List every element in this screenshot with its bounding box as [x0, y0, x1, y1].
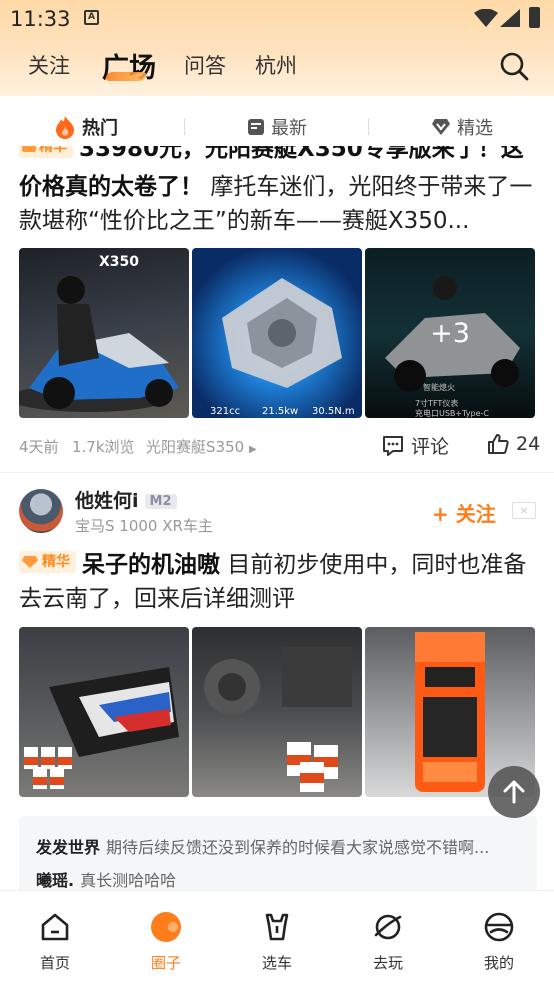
post-title-cut[interactable]: 精华 33980元，光阳赛艇X350专享版来了！这 — [19, 146, 539, 166]
engine-bottles-icon — [204, 647, 352, 792]
comments-preview[interactable]: 发发世界 期待后续反馈还没到保养的时候看大家说感觉不错啊... 曦瑶. 真长测哈哈哈 — [19, 816, 537, 890]
svg-text:321cc: 321cc — [210, 406, 240, 417]
home-icon — [41, 913, 69, 941]
nav-circle[interactable]: 圈子 — [126, 911, 206, 973]
nav-home[interactable]: 首页 — [15, 911, 95, 973]
divider — [368, 118, 369, 135]
wifi-icon — [474, 9, 498, 27]
post-image-more[interactable]: 智能熄火 7寸TFT仪表 充电口USB+Type-C +3 — [365, 248, 535, 418]
user-level-badge: M2 — [144, 494, 177, 509]
svg-text:X350: X350 — [99, 254, 139, 270]
like-button[interactable]: 24 — [486, 432, 540, 456]
subtab-hot-label: 热门 — [82, 118, 118, 139]
more-images-count: +3 — [365, 248, 535, 418]
post-image[interactable] — [192, 627, 362, 797]
status-time: 11:33 — [10, 7, 71, 31]
arrow-up-icon — [503, 780, 525, 804]
post-text[interactable]: 精华 呆子的机油嗷 目前初步使用中，同时也准备去云南了，回来后详细测评 — [19, 548, 539, 616]
post-text[interactable]: 价格真的太卷了！ 摩托车迷们，光阳终于带来了一款堪称“性价比之王”的新车——赛艇… — [19, 170, 539, 238]
post-title-bold: 价格真的太卷了！ — [19, 174, 203, 200]
active-tab-indicator — [104, 72, 148, 81]
post-time: 4天前 — [19, 438, 59, 456]
comment-item: 曦瑶. 真长测哈哈哈 — [36, 871, 177, 890]
heart-diamond-icon — [432, 119, 450, 135]
circle-icon — [151, 912, 181, 942]
comment-label: 评论 — [411, 436, 450, 458]
tab-follow[interactable]: 关注 — [28, 50, 70, 80]
avatar[interactable] — [19, 489, 63, 533]
subtab-featured[interactable]: 精选 — [431, 114, 493, 140]
fire-icon — [56, 116, 74, 139]
diamond-icon — [22, 556, 38, 568]
motorcycle-icon — [24, 667, 179, 789]
status-bar: 11:33 A — [0, 0, 554, 38]
feed: 精华 33980元，光阳赛艇X350专享版来了！这 价格真的太卷了！ 摩托车迷们，… — [0, 146, 554, 890]
search-icon[interactable] — [498, 50, 530, 82]
close-icon[interactable]: × — [512, 502, 536, 519]
divider — [0, 472, 554, 473]
header: 11:33 A 关注 广场 问答 杭州 — [0, 0, 554, 96]
top-tabs: 关注 广场 问答 杭州 — [0, 44, 554, 88]
signal-icon — [500, 9, 520, 27]
post-title-bold: 呆子的机油嗷 — [82, 552, 220, 578]
like-count: 24 — [516, 433, 541, 455]
notification-a-icon: A — [84, 10, 99, 25]
motorcycle-rider-icon: X350 — [19, 254, 179, 412]
tab-hangzhou[interactable]: 杭州 — [255, 50, 297, 80]
comment-item: 发发世界 期待后续反馈还没到保养的时候看大家说感觉不错啊... — [36, 838, 490, 857]
nav-profile[interactable]: 我的 — [459, 911, 539, 973]
post-topic-link[interactable]: 光阳赛艇S350 ▶ — [146, 436, 257, 457]
subtab-featured-label: 精选 — [457, 118, 493, 139]
post-views: 1.7k浏览 — [72, 438, 135, 456]
svg-text:30.5N.m: 30.5N.m — [312, 406, 355, 417]
note-icon — [248, 119, 264, 135]
nav-explore[interactable]: 去玩 — [348, 911, 428, 973]
post-image[interactable]: X350 — [19, 248, 189, 418]
svg-text:21.5kw: 21.5kw — [262, 406, 298, 417]
profile-icon — [484, 912, 514, 942]
car-select-icon — [265, 913, 289, 941]
subtab-latest-label: 最新 — [271, 118, 307, 139]
comment-button[interactable]: 评论 — [381, 432, 449, 459]
featured-tag: 精华 — [19, 551, 76, 573]
user-subtitle: 宝马S 1000 XR车主 — [75, 517, 213, 535]
post-image[interactable]: 321cc 21.5kw 30.5N.m — [192, 248, 362, 418]
bottom-nav: 首页 圈子 选车 去玩 我的 — [0, 890, 554, 985]
battery-icon — [529, 7, 540, 28]
engine-icon: 321cc 21.5kw 30.5N.m — [210, 278, 355, 417]
user-name[interactable]: 他姓何i M2 — [75, 486, 177, 513]
tab-qa[interactable]: 问答 — [184, 50, 226, 80]
subtab-latest[interactable]: 最新 — [247, 114, 307, 140]
featured-tag: 精华 — [19, 146, 73, 158]
chevron-right-icon: ▶ — [248, 444, 257, 455]
nav-select-car[interactable]: 选车 — [237, 911, 317, 973]
planet-icon — [374, 914, 402, 940]
divider — [184, 118, 185, 135]
scroll-top-button[interactable] — [488, 766, 540, 818]
comment-icon — [383, 435, 403, 456]
follow-button[interactable]: + 关注 — [432, 498, 496, 527]
post-image[interactable] — [19, 627, 189, 797]
subtab-hot[interactable]: 热门 — [54, 114, 118, 140]
thumbs-up-icon — [488, 434, 509, 454]
